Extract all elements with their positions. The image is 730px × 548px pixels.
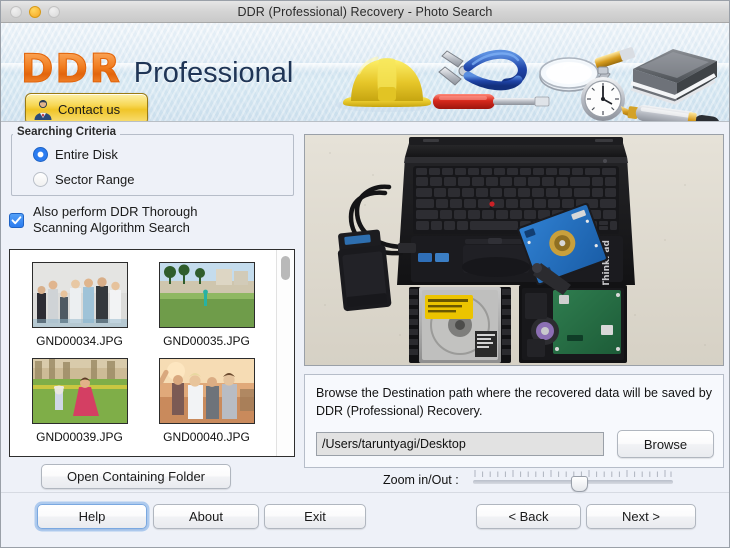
radio-entire-disk-indicator[interactable] bbox=[33, 147, 48, 162]
zoom-button[interactable] bbox=[48, 6, 60, 18]
pliers-icon bbox=[438, 49, 527, 91]
browse-button[interactable]: Browse bbox=[617, 430, 714, 458]
thorough-scan-checkbox-row[interactable]: Also perform DDR Thorough Scanning Algor… bbox=[9, 204, 198, 236]
books-icon bbox=[630, 49, 717, 105]
zoom-label: Zoom in/Out : bbox=[383, 473, 459, 487]
logo-professional-text: Professional bbox=[133, 57, 294, 89]
thumbnail-image-2 bbox=[158, 262, 255, 328]
searching-criteria-title: Searching Criteria bbox=[13, 126, 121, 138]
screwdriver-icon bbox=[433, 94, 550, 109]
radio-entire-disk[interactable]: Entire Disk bbox=[33, 147, 118, 162]
thumbnail-scrollbar[interactable] bbox=[276, 250, 294, 456]
thumbnail-image-1 bbox=[31, 262, 128, 328]
back-button[interactable]: < Back bbox=[476, 504, 581, 529]
about-button[interactable]: About bbox=[153, 504, 259, 529]
pen-icon bbox=[621, 105, 720, 121]
list-item[interactable]: GND00035.JPG bbox=[143, 258, 270, 354]
thorough-scan-checkbox[interactable] bbox=[9, 212, 24, 228]
radio-entire-disk-label: Entire Disk bbox=[55, 147, 118, 162]
zoom-slider[interactable] bbox=[472, 469, 673, 492]
destination-panel: Browse the Destination path where the re… bbox=[304, 374, 724, 468]
zoom-control: Zoom in/Out : bbox=[383, 469, 673, 492]
thumbnail-filename: GND00040.JPG bbox=[163, 430, 250, 444]
radio-sector-range[interactable]: Sector Range bbox=[33, 172, 135, 187]
contact-us-button[interactable]: Contact us bbox=[25, 93, 148, 121]
application-window: DDR (Professional) Recovery - Photo Sear… bbox=[0, 0, 730, 548]
window-controls bbox=[10, 6, 60, 18]
slider-thumb[interactable] bbox=[570, 476, 588, 492]
thorough-scan-label-line2: Scanning Algorithm Search bbox=[33, 220, 190, 235]
app-logo: DDR Professional bbox=[21, 47, 294, 93]
recovered-files-list[interactable]: GND00034.JPG GND00035.JPG GND00039.JPG G… bbox=[9, 249, 295, 457]
footer-divider bbox=[1, 492, 729, 493]
contact-us-label: Contact us bbox=[58, 101, 121, 117]
list-item[interactable]: GND00039.JPG bbox=[16, 354, 143, 450]
checkmark-icon bbox=[11, 215, 22, 224]
preview-image: ThinkPad bbox=[304, 134, 724, 366]
window-title: DDR (Professional) Recovery - Photo Sear… bbox=[237, 4, 493, 19]
thorough-scan-label-line1: Also perform DDR Thorough bbox=[33, 204, 198, 219]
destination-description: Browse the Destination path where the re… bbox=[316, 386, 712, 418]
help-button[interactable]: Help bbox=[37, 504, 147, 529]
scrollbar-thumb[interactable] bbox=[281, 256, 290, 280]
thumbnail-filename: GND00039.JPG bbox=[36, 430, 123, 444]
thumbnail-filename: GND00034.JPG bbox=[36, 334, 123, 348]
minimize-button[interactable] bbox=[29, 6, 41, 18]
logo-ddr-text: DDR bbox=[21, 47, 122, 93]
hard-hat-icon bbox=[335, 56, 439, 112]
thumbnail-filename: GND00035.JPG bbox=[163, 334, 250, 348]
list-item[interactable]: GND00034.JPG bbox=[16, 258, 143, 354]
destination-path-input[interactable]: /Users/taruntyagi/Desktop bbox=[316, 432, 604, 456]
brand-banner: DDR Professional Contact us bbox=[1, 23, 729, 122]
thumbnail-image-3 bbox=[31, 358, 128, 424]
next-button[interactable]: Next > bbox=[586, 504, 696, 529]
list-item[interactable]: GND00040.JPG bbox=[143, 354, 270, 450]
tools-illustration bbox=[325, 43, 725, 121]
open-containing-folder-button[interactable]: Open Containing Folder bbox=[41, 464, 231, 489]
radio-sector-range-indicator[interactable] bbox=[33, 172, 48, 187]
exit-button[interactable]: Exit bbox=[264, 504, 366, 529]
person-icon bbox=[31, 97, 55, 121]
title-bar: DDR (Professional) Recovery - Photo Sear… bbox=[1, 1, 729, 23]
close-button[interactable] bbox=[10, 6, 22, 18]
thumbnail-grid: GND00034.JPG GND00035.JPG GND00039.JPG G… bbox=[10, 250, 276, 456]
radio-sector-range-label: Sector Range bbox=[55, 172, 135, 187]
thumbnail-image-4 bbox=[158, 358, 255, 424]
main-content: Searching Criteria Entire Disk Sector Ra… bbox=[1, 122, 729, 547]
thorough-scan-label: Also perform DDR Thorough Scanning Algor… bbox=[33, 204, 198, 236]
